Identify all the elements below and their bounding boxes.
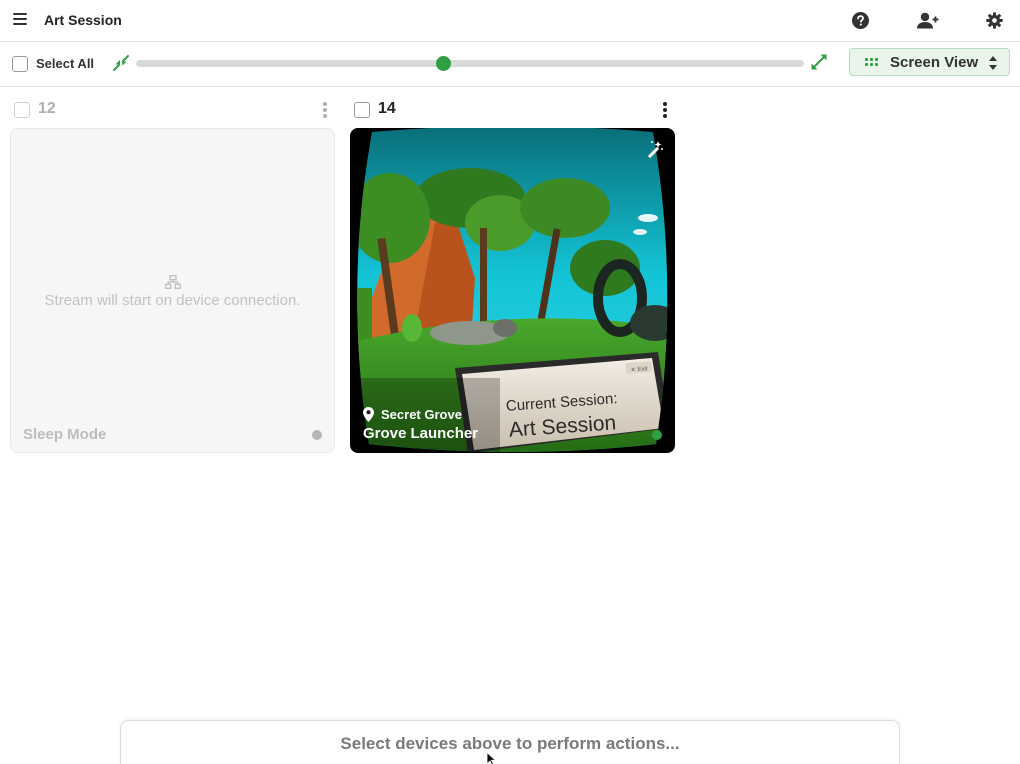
action-bar-message: Select devices above to perform actions.…: [340, 734, 680, 753]
status-indicator: [312, 430, 322, 440]
menu-icon[interactable]: [12, 11, 30, 29]
help-icon[interactable]: [848, 9, 872, 31]
zoom-out-icon[interactable]: [112, 54, 130, 72]
network-icon: [165, 275, 181, 289]
magic-wand-icon[interactable]: [646, 140, 664, 158]
location-pin-icon: [363, 407, 374, 422]
zoom-in-icon[interactable]: [810, 53, 828, 71]
select-all-label[interactable]: Select All: [36, 56, 94, 71]
settings-icon[interactable]: [982, 9, 1006, 31]
view-mode-select[interactable]: Screen View: [849, 48, 1010, 76]
kebab-menu-icon[interactable]: [662, 102, 668, 118]
mouse-cursor-icon: [486, 752, 496, 764]
select-all-checkbox[interactable]: [12, 56, 28, 72]
sort-arrows-icon: [989, 56, 997, 70]
view-mode-label: Screen View: [890, 54, 979, 71]
device-header-14: 14: [350, 99, 675, 121]
device-header-12: 12: [10, 99, 335, 121]
device-number: 12: [38, 100, 56, 117]
add-user-icon[interactable]: [916, 9, 940, 31]
status-indicator: [652, 430, 662, 440]
zoom-slider[interactable]: [136, 56, 804, 71]
stream-message: Stream will start on device connection.: [44, 292, 301, 309]
device-number: 14: [378, 100, 396, 117]
device-location: Secret Grove: [381, 407, 462, 422]
device-screen-stream: ✕ Exit Current Session: Art Session: [357, 128, 668, 452]
top-bar: Art Session: [0, 0, 1020, 42]
zoom-slider-thumb[interactable]: [436, 56, 452, 71]
toolbar: Select All Screen View: [0, 42, 1020, 87]
device-card-12[interactable]: Stream will start on device connection. …: [10, 128, 335, 453]
device-app-name: Grove Launcher: [363, 425, 479, 442]
device-checkbox[interactable]: [14, 102, 30, 118]
device-checkbox[interactable]: [354, 102, 370, 118]
device-card-14[interactable]: ✕ Exit Current Session: Art Session Secr…: [350, 128, 675, 453]
device-mode-label: Sleep Mode: [23, 426, 107, 443]
page-title: Art Session: [44, 12, 122, 28]
grid-icon: [865, 58, 879, 68]
kebab-menu-icon[interactable]: [322, 102, 328, 118]
action-bar: Select devices above to perform actions.…: [120, 720, 900, 764]
